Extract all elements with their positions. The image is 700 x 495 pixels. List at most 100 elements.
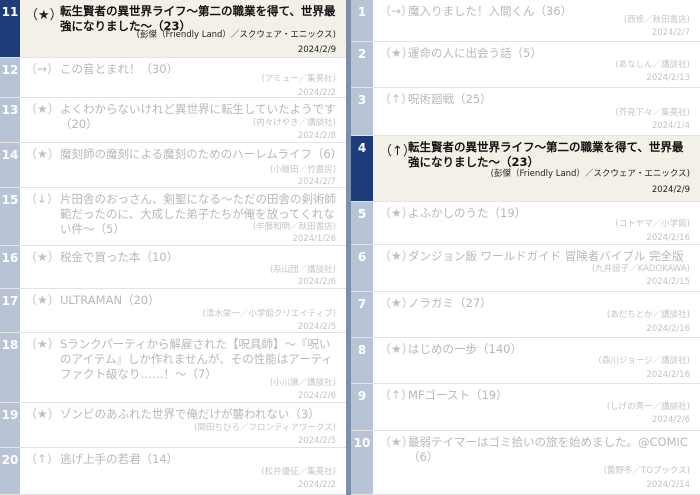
rank-change-mark: （★） (25, 407, 60, 421)
book-title[interactable]: 運命の人に出会う話（5） (408, 46, 692, 61)
rank-number: 7 (357, 297, 367, 311)
author-publisher: (小飯田／竹書房) (269, 165, 336, 175)
author-publisher: (薗野冬／TOブックス) (603, 466, 690, 476)
book-title[interactable]: ダンジョン飯 ワールドガイド 冒険者バイブル 完全版 (408, 249, 692, 264)
release-date: 2024/2/5 (297, 436, 336, 446)
book-title[interactable]: ULTRAMAN（20） (60, 293, 338, 308)
rank-change-mark: （↓） (25, 192, 60, 206)
rank-number: 10 (353, 436, 371, 450)
book-title[interactable]: 税金で買った本（10） (60, 250, 338, 265)
rank-number: 8 (357, 343, 367, 357)
ranking-row-selected[interactable]: 11 （★） 転生賢者の異世界ライフ〜第二の職業を得て、世界最強になりました〜（23… (0, 0, 346, 58)
ranking-row[interactable]: 14 （★） 魔刻師の魔刻による魔刻のためのハーレムライフ（6） (小飯田／竹書房) 2… (0, 143, 346, 188)
author-publisher: (コトヤマ／小学館) (615, 219, 690, 229)
release-date: 2024/2/6 (651, 415, 690, 425)
rank-number: 18 (1, 338, 19, 352)
author-publisher: (芥見下々／集英社) (615, 108, 690, 118)
release-date: 2024/2/2 (297, 480, 336, 490)
author-publisher: (あなしん／講談社) (615, 60, 690, 70)
ranking-row[interactable]: 19 （★） ゾンビのあふれた世界で俺だけが襲われない（3） (関田ちひろ／フロンティ… (0, 403, 346, 448)
book-title[interactable]: ゾンビのあふれた世界で俺だけが襲われない（3） (60, 407, 338, 422)
release-date: 2024/2/16 (646, 233, 690, 243)
rank-change-mark: （↑） (25, 452, 60, 466)
book-title[interactable]: 最弱テイマーはゴミ拾いの旅を始めました。@COMIC（6） (408, 435, 692, 465)
author-publisher: (彭傑（Friendly Land）／スクウェア・エニックス) (136, 30, 336, 40)
ranking-row[interactable]: 20 （↑） 逃げ上手の若君（14） (松井優征／集英社) 2024/2/2 (0, 448, 346, 495)
ranking-row[interactable]: 3 （↑） 呪術廻戦（25） (芥見下々／集英社) 2024/1/4 (351, 88, 700, 136)
ranking-row[interactable]: 18 （★） Sランクパーティから解雇された【呪具師】〜『呪いのアイテム』しか作れま… (0, 333, 346, 403)
rank-number: 3 (357, 93, 367, 107)
right-ranking-panel: 1 （→） 魔入りました！入間くん（36） (西修／秋田書店) 2024/2/7 2 （★）… (351, 0, 700, 495)
author-publisher: (森川ジョージ／講談社) (598, 356, 690, 366)
author-publisher: (内々けやき／講談社) (252, 118, 336, 128)
ranking-row[interactable]: 15 （↓） 片田舎のおっさん、剣聖になる〜ただの田舎の剣術師範だったのに、大成した… (0, 188, 346, 246)
ranking-row[interactable]: 13 （★） よくわからないけれど異世界に転生していたようです（20） (内々けやき／… (0, 98, 346, 143)
book-title[interactable]: MFゴースト（19） (408, 388, 692, 403)
author-publisher: (西修／秋田書店) (623, 15, 690, 25)
author-publisher: (系山団／講談社) (269, 265, 336, 275)
book-title[interactable]: 転生賢者の異世界ライフ〜第二の職業を得て、世界最強になりました〜（23） (408, 140, 692, 170)
rank-number: 13 (1, 103, 19, 117)
rank-number: 5 (357, 207, 367, 221)
author-publisher: (関田ちひろ／フロンティアワークス) (194, 423, 336, 433)
ranking-row[interactable]: 10 （★） 最弱テイマーはゴミ拾いの旅を始めました。@COMIC（6） (薗野冬／T… (351, 431, 700, 495)
release-date: 2024/1/4 (651, 121, 690, 131)
book-title[interactable]: はじめの一歩（140） (408, 342, 692, 357)
release-date: 2024/2/13 (646, 73, 690, 83)
rank-number: 4 (351, 136, 373, 201)
ranking-row[interactable]: 7 （★） ノラガミ（27） (あだちとか／講談社) 2024/2/16 (351, 292, 700, 338)
author-publisher: (清水栄一／小学館クリエイティブ) (202, 309, 336, 319)
ranking-row[interactable]: 12 （→） この音とまれ！（30） (アミュー／集英社) 2024/2/2 (0, 58, 346, 98)
release-date: 2024/2/6 (297, 277, 336, 287)
author-publisher: (小川譲／講談社) (269, 378, 336, 388)
rank-number: 19 (1, 408, 19, 422)
author-publisher: (アミュー／集英社) (261, 74, 336, 84)
book-title[interactable]: ノラガミ（27） (408, 296, 692, 311)
release-date: 2024/2/6 (297, 391, 336, 401)
ranking-row[interactable]: 6 （★） ダンジョン飯 ワールドガイド 冒険者バイブル 完全版 (九井諒子／KADO… (351, 245, 700, 292)
rank-number: 1 (357, 5, 367, 19)
book-title[interactable]: 逃げ上手の若君（14） (60, 452, 338, 467)
release-date: 2024/2/15 (646, 277, 690, 287)
rank-change-mark: （★） (25, 102, 60, 116)
ranking-row[interactable]: 17 （★） ULTRAMAN（20） (清水栄一／小学館クリエイティブ) 2024/2… (0, 289, 346, 333)
rank-number: 2 (357, 47, 367, 61)
release-date: 2024/2/14 (646, 480, 690, 490)
ranking-row[interactable]: 5 （★） よふかしのうた（19） (コトヤマ／小学館) 2024/2/16 (351, 202, 700, 245)
rank-number: 14 (1, 148, 19, 162)
release-date: 2024/2/16 (646, 370, 690, 380)
book-title[interactable]: Sランクパーティから解雇された【呪具師】〜『呪いのアイテム』しか作れませんが、そ… (60, 337, 338, 382)
release-date: 2024/1/26 (292, 234, 336, 244)
rank-number: 12 (1, 63, 19, 77)
rank-number: 20 (1, 453, 19, 467)
rank-change-mark: （★） (25, 293, 60, 307)
rank-number: 15 (1, 193, 19, 207)
left-ranking-panel: 11 （★） 転生賢者の異世界ライフ〜第二の職業を得て、世界最強になりました〜（23… (0, 0, 346, 495)
release-date: 2024/2/7 (297, 177, 336, 187)
rank-change-mark: （→） (25, 62, 60, 76)
rank-number: 9 (357, 389, 367, 403)
book-title[interactable]: 呪術廻戦（25） (408, 92, 692, 107)
author-publisher: (乍藤和明／秋田書店) (252, 222, 336, 232)
rank-number: 17 (1, 294, 19, 308)
author-publisher: (彭傑（Friendly Land）／スクウェア・エニックス) (490, 169, 690, 179)
release-date: 2024/2/8 (297, 131, 336, 141)
ranking-row[interactable]: 9 （↑） MFゴースト（19） (しげの秀一／講談社) 2024/2/6 (351, 384, 700, 431)
rank-number: 6 (357, 250, 367, 264)
author-publisher: (九井諒子／KADOKAWA) (591, 264, 690, 274)
release-date: 2024/2/16 (646, 324, 690, 334)
ranking-row[interactable]: 1 （→） 魔入りました！入間くん（36） (西修／秋田書店) 2024/2/7 (351, 0, 700, 42)
release-date: 2024/2/7 (651, 28, 690, 38)
ranking-row[interactable]: 2 （★） 運命の人に出会う話（5） (あなしん／講談社) 2024/2/13 (351, 42, 700, 88)
author-publisher: (あだちとか／講談社) (606, 310, 690, 320)
release-date: 2024/2/5 (297, 322, 336, 332)
rank-change-mark: （★） (25, 147, 60, 161)
rank-change-mark: （★） (25, 250, 60, 264)
author-publisher: (しげの秀一／講談社) (606, 402, 690, 412)
rank-number: 11 (0, 0, 20, 57)
release-date: 2024/2/9 (651, 185, 690, 195)
book-title[interactable]: 魔刻師の魔刻による魔刻のためのハーレムライフ（6） (60, 147, 342, 162)
ranking-row[interactable]: 8 （★） はじめの一歩（140） (森川ジョージ／講談社) 2024/2/16 (351, 338, 700, 384)
ranking-row[interactable]: 16 （★） 税金で買った本（10） (系山団／講談社) 2024/2/6 (0, 246, 346, 289)
ranking-row-selected[interactable]: 4 （↑） 転生賢者の異世界ライフ〜第二の職業を得て、世界最強になりました〜（23）… (351, 136, 700, 202)
